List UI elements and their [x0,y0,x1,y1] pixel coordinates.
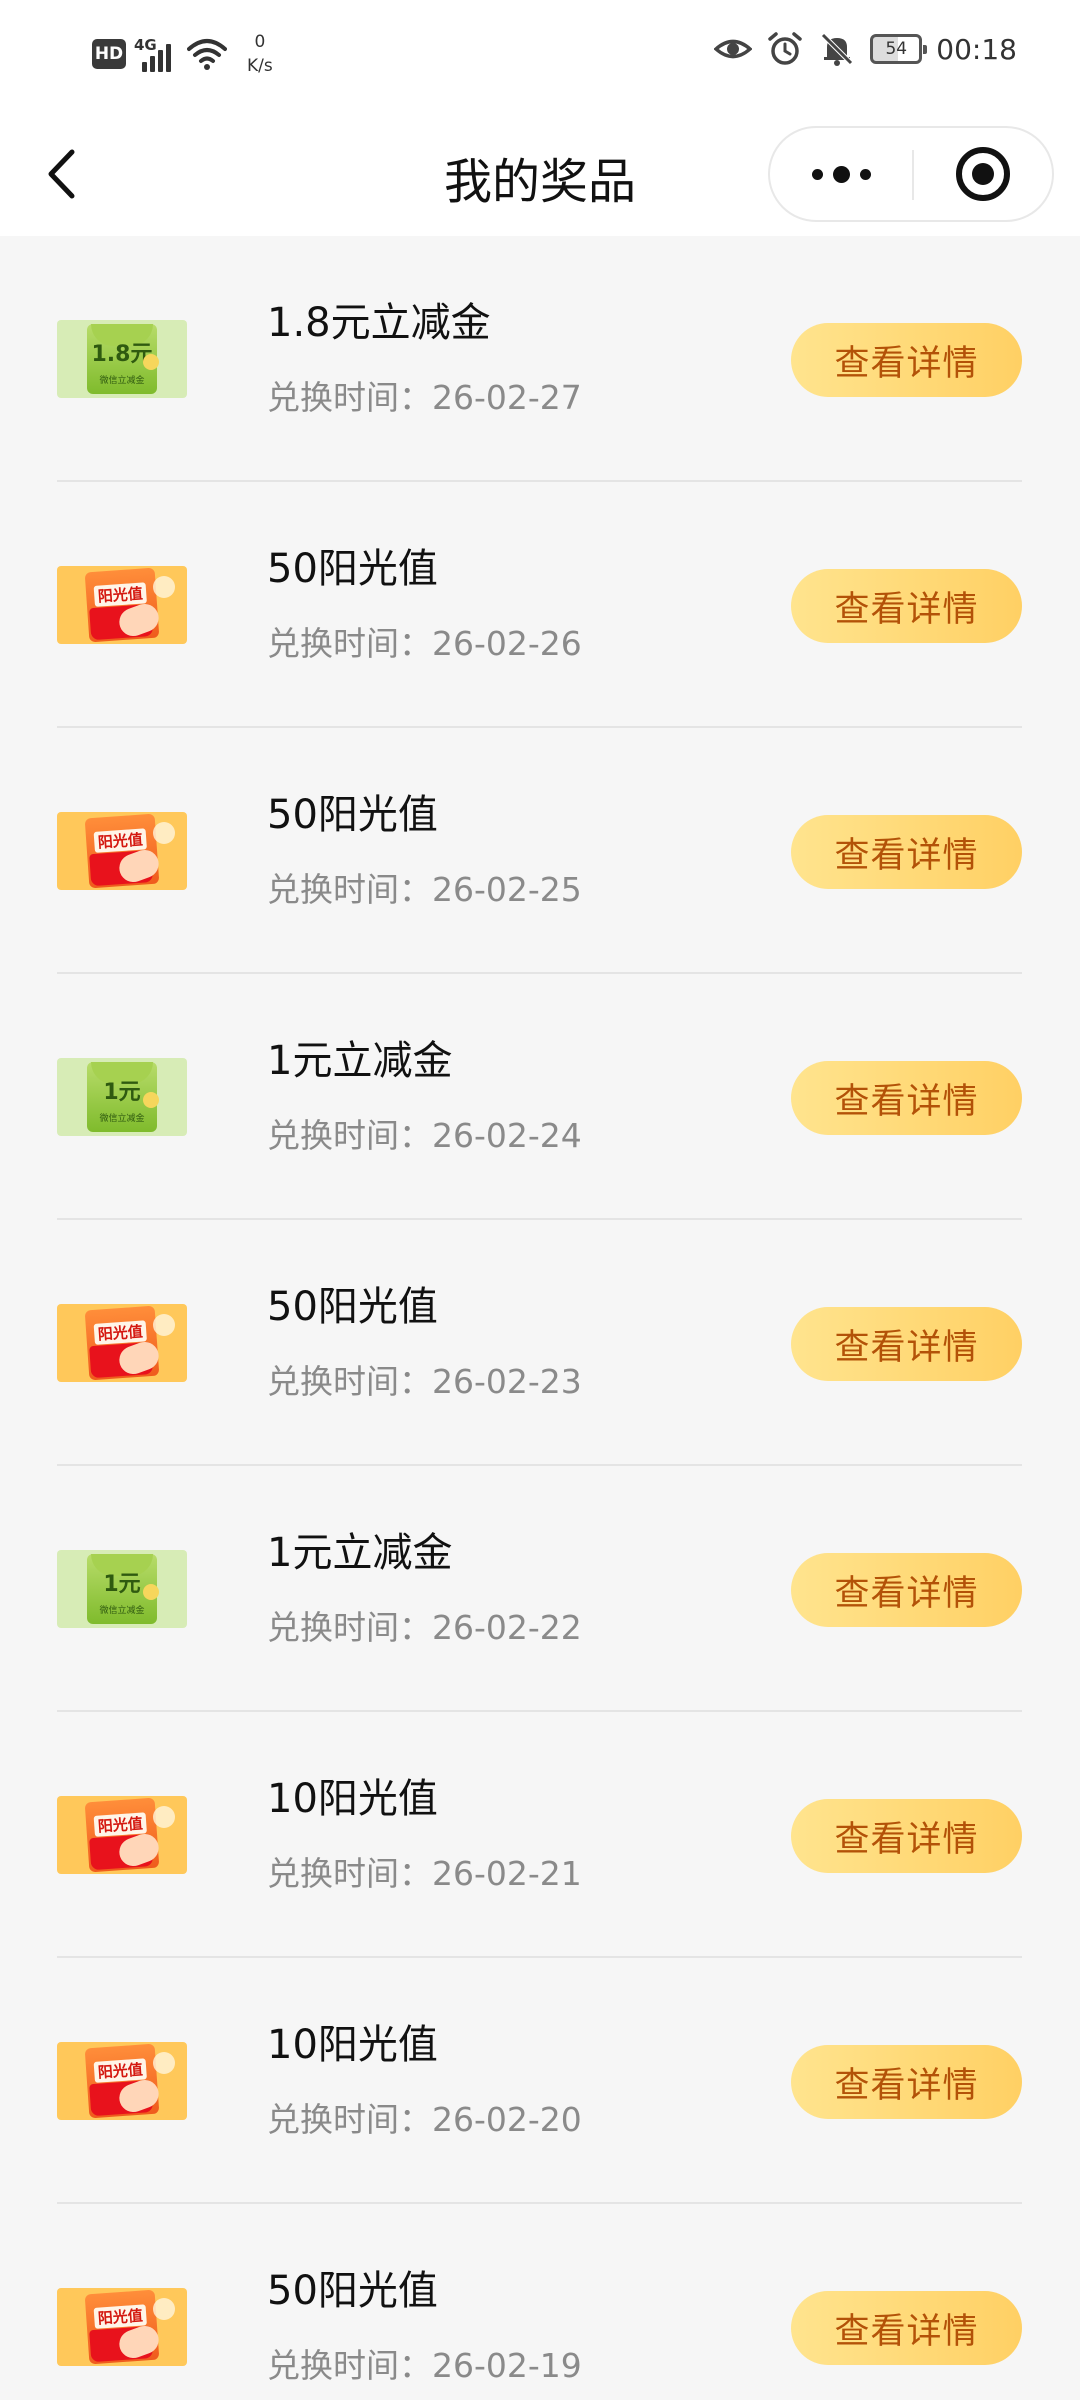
prize-name: 50阳光值 [267,546,438,592]
prize-thumbnail: 1元 微信立减金 [57,1550,187,1628]
prize-thumbnail: 阳光值 [57,566,187,644]
coin-graphic [143,1584,159,1600]
prize-thumbnail: 阳光值 [57,1796,187,1874]
coin-graphic [143,1092,159,1108]
view-details-button[interactable]: 查看详情 [791,323,1022,397]
view-details-button[interactable]: 查看详情 [791,2045,1022,2119]
thumb-sublabel: 微信立减金 [99,1606,145,1616]
view-details-button[interactable]: 查看详情 [791,1061,1022,1135]
status-bar-left: HD 4G 0 K/s [92,30,273,78]
thumb-label: 阳光值 [93,2304,147,2329]
battery-indicator: 54 [870,34,928,64]
hd-badge: HD [92,39,126,69]
prize-name: 10阳光值 [267,1776,438,1822]
close-mini-program-button[interactable] [914,128,1052,220]
view-details-button[interactable]: 查看详情 [791,2291,1022,2365]
network-type: 4G [134,36,157,54]
alarm-icon [768,32,803,65]
exchange-time: 兑换时间：26-02-25 [267,870,582,909]
prize-thumbnail: 1.8元 微信立减金 [57,320,187,398]
prize-list: 1.8元 微信立减金 1.8元立减金 兑换时间：26-02-27 查看详情 阳光值 50阳光… [0,236,1080,2400]
exchange-time: 兑换时间：26-02-22 [267,1608,582,1647]
prize-list-item: 1.8元 微信立减金 1.8元立减金兑换时间：26-02-27 查看详情 [0,236,1080,482]
prize-name: 50阳光值 [267,1284,438,1330]
prize-thumbnail: 1元 微信立减金 [57,1058,187,1136]
thumb-sublabel: 微信立减金 [99,1114,145,1124]
prize-list-item: 阳光值 10阳光值兑换时间：26-02-20 查看详情 [0,1958,1080,2204]
prize-list-item: 阳光值 10阳光值兑换时间：26-02-21 查看详情 [0,1712,1080,1958]
prize-name: 10阳光值 [267,2022,438,2068]
status-bar-right: 54 00:18 [714,30,1017,68]
mute-bell-icon [821,33,854,66]
clock: 00:18 [936,32,1017,66]
net-speed-value: 0 [254,32,266,52]
exchange-time: 兑换时间：26-02-23 [267,1362,582,1401]
exchange-time: 兑换时间：26-02-19 [267,2346,582,2385]
envelope-graphic: 1.8元 微信立减金 [87,324,159,394]
flare-graphic [153,576,175,598]
net-speed: 0 K/s [247,30,273,78]
thumb-label: 阳光值 [93,582,147,607]
net-speed-unit: K/s [247,56,273,76]
wifi-icon [187,39,227,70]
status-bar: HD 4G 0 K/s 54 00:18 [0,0,1080,112]
flare-graphic [153,2052,175,2074]
thumb-sublabel: 微信立减金 [99,376,145,386]
flare-graphic [153,1314,175,1336]
mini-program-capsule [768,126,1054,222]
battery-level: 54 [885,39,908,59]
signal-icon: 4G [134,36,171,72]
more-dot-icon [811,168,823,180]
nav-bar: 我的奖品 [0,112,1080,236]
prize-list-item: 阳光值 50阳光值兑换时间：26-02-23 查看详情 [0,1220,1080,1466]
envelope-graphic: 1元 微信立减金 [87,1062,159,1132]
more-dot-icon [859,168,871,180]
view-details-button[interactable]: 查看详情 [791,1799,1022,1873]
eye-icon [714,39,753,59]
prize-list-item: 1元 微信立减金 1元立减金兑换时间：26-02-24 查看详情 [0,974,1080,1220]
prize-list-item: 阳光值 50阳光值兑换时间：26-02-26 查看详情 [0,482,1080,728]
exchange-time: 兑换时间：26-02-24 [267,1116,582,1155]
prize-name: 1元立减金 [267,1038,453,1084]
coin-graphic [143,354,159,370]
prize-list-item: 阳光值 50阳光值兑换时间：26-02-19 查看详情 [0,2204,1080,2400]
flare-graphic [153,2298,175,2320]
thumb-label: 阳光值 [93,828,147,853]
prize-list-item: 1元 微信立减金 1元立减金兑换时间：26-02-22 查看详情 [0,1466,1080,1712]
view-details-button[interactable]: 查看详情 [791,1307,1022,1381]
prize-list-item: 阳光值 50阳光值兑换时间：26-02-25 查看详情 [0,728,1080,974]
thumb-label: 阳光值 [93,1812,147,1837]
view-details-button[interactable]: 查看详情 [791,569,1022,643]
exchange-time: 兑换时间：26-02-20 [267,2100,582,2139]
target-icon [956,147,1010,201]
more-button[interactable] [770,128,912,220]
view-details-button[interactable]: 查看详情 [791,1553,1022,1627]
exchange-time: 兑换时间：26-02-27 [267,378,582,417]
prize-name: 50阳光值 [267,792,438,838]
exchange-time: 兑换时间：26-02-26 [267,624,582,663]
prize-thumbnail: 阳光值 [57,2288,187,2366]
thumb-label: 阳光值 [93,1320,147,1345]
prize-thumbnail: 阳光值 [57,812,187,890]
flare-graphic [153,1806,175,1828]
flare-graphic [153,822,175,844]
thumb-label: 阳光值 [93,2058,147,2083]
exchange-time: 兑换时间：26-02-21 [267,1854,582,1893]
prize-thumbnail: 阳光值 [57,2042,187,2120]
envelope-graphic: 1元 微信立减金 [87,1554,159,1624]
view-details-button[interactable]: 查看详情 [791,815,1022,889]
prize-name: 50阳光值 [267,2268,438,2314]
prize-name: 1.8元立减金 [267,300,491,346]
more-dot-icon [832,165,850,183]
prize-thumbnail: 阳光值 [57,1304,187,1382]
prize-name: 1元立减金 [267,1530,453,1576]
